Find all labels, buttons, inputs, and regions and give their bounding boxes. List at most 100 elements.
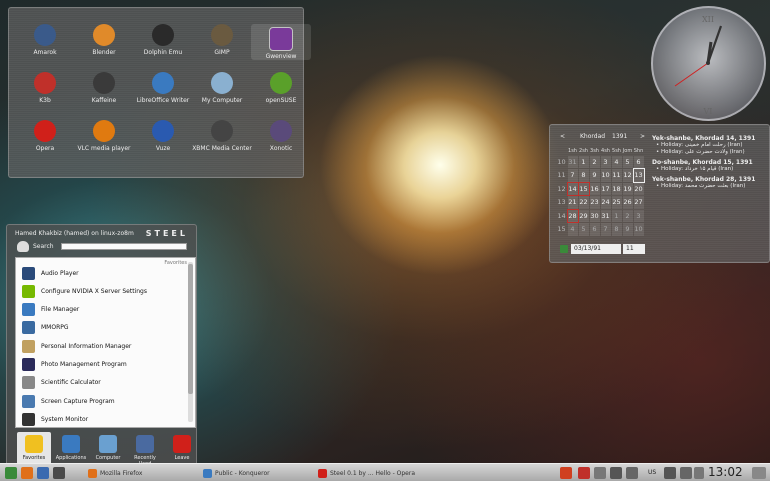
desktop-app-opensuse[interactable]: openSUSE xyxy=(251,72,311,104)
tab-power[interactable]: Leave xyxy=(165,432,199,466)
calendar-day[interactable]: 28 xyxy=(566,208,579,223)
calendar-day[interactable]: 31 xyxy=(600,209,611,222)
tray-app-icon[interactable] xyxy=(560,467,572,479)
favorite-item[interactable]: MMORPG xyxy=(22,320,188,336)
calendar-day[interactable]: 7 xyxy=(567,169,578,182)
calendar-day[interactable]: 13 xyxy=(632,168,645,183)
calendar-day[interactable]: 19 xyxy=(622,182,633,195)
favorite-item[interactable]: Personal Information Manager xyxy=(22,338,188,354)
panel-clock[interactable]: 13:02 xyxy=(708,465,743,479)
calendar-day[interactable]: 15 xyxy=(577,181,590,196)
favorite-item[interactable]: Audio Player xyxy=(22,265,188,281)
app-label: Gwenview xyxy=(265,53,297,60)
calendar-day[interactable]: 12 xyxy=(622,169,633,182)
tab-computer[interactable]: Computer xyxy=(91,432,125,466)
calendar-day[interactable]: 11 xyxy=(611,169,622,182)
desktop-app-gwenview[interactable]: Gwenview xyxy=(251,24,311,60)
calendar-day[interactable]: 29 xyxy=(578,209,589,222)
calendar-day[interactable]: 21 xyxy=(567,196,578,209)
tray-clipboard-icon[interactable] xyxy=(610,467,622,479)
desktop-app-blender[interactable]: Blender xyxy=(74,24,134,56)
prev-month-button[interactable]: < xyxy=(560,133,565,140)
kickoff-launcher-icon[interactable] xyxy=(5,467,17,479)
calendar-day[interactable]: 1 xyxy=(578,155,589,168)
calendar-day[interactable]: 17 xyxy=(600,182,611,195)
desktop-app-amarok[interactable]: Amarok xyxy=(15,24,75,56)
tray-updater-icon[interactable] xyxy=(578,467,590,479)
calendar-week-row: 13 21 22 23 24 25 26 27 xyxy=(556,196,644,210)
calendar-day[interactable]: 5 xyxy=(622,155,633,168)
desktop-app-libreoffice-writer[interactable]: LibreOffice Writer xyxy=(133,72,193,104)
desktop-app-computer[interactable]: My Computer xyxy=(192,72,252,104)
tray-device-icon[interactable] xyxy=(626,467,638,479)
favorite-item[interactable]: Configure NVIDIA X Server Settings xyxy=(22,283,188,299)
desktop-app-opera[interactable]: Opera xyxy=(15,120,75,152)
calendar-day[interactable]: 8 xyxy=(611,223,622,236)
calendar-day[interactable]: 3 xyxy=(633,209,644,222)
cashew-icon[interactable] xyxy=(752,467,766,479)
calendar-day[interactable]: 18 xyxy=(611,182,622,195)
calendar-day[interactable]: 10 xyxy=(633,223,644,236)
search-input[interactable] xyxy=(61,243,187,250)
desktop-app-kaffeine[interactable]: Kaffeine xyxy=(74,72,134,104)
calendar-day[interactable]: 6 xyxy=(633,155,644,168)
volume-icon[interactable] xyxy=(664,467,676,479)
desktop-app-xbmc[interactable]: XBMC Media Center xyxy=(192,120,252,152)
calendar-day[interactable]: 6 xyxy=(589,223,600,236)
calendar-year[interactable]: 1391 xyxy=(612,133,627,140)
favorite-item[interactable]: System Monitor xyxy=(22,411,188,427)
calendar-day[interactable]: 24 xyxy=(600,196,611,209)
calendar-day[interactable]: 27 xyxy=(633,196,644,209)
calendar-day[interactable]: 20 xyxy=(633,182,644,195)
calendar-day[interactable]: 10 xyxy=(600,169,611,182)
battery-icon[interactable] xyxy=(680,467,692,479)
calendar-day[interactable]: 9 xyxy=(589,169,600,182)
next-month-button[interactable]: > xyxy=(640,133,645,140)
firefox-launcher-icon[interactable] xyxy=(21,467,33,479)
task-button[interactable]: Steel 0.1 by ... Hello - Opera xyxy=(318,466,415,480)
calendar-day[interactable]: 30 xyxy=(589,209,600,222)
calendar-day[interactable]: 9 xyxy=(622,223,633,236)
tray-network-icon[interactable] xyxy=(594,467,606,479)
favorite-item[interactable]: Photo Management Program xyxy=(22,357,188,373)
favorite-item[interactable]: File Manager xyxy=(22,302,188,318)
calendar-day[interactable]: 4 xyxy=(611,155,622,168)
favorites-scrollbar[interactable] xyxy=(188,262,193,422)
task-button[interactable]: Mozilla Firefox xyxy=(88,466,142,480)
calendar-day[interactable]: 7 xyxy=(600,223,611,236)
calendar-day[interactable]: 8 xyxy=(578,169,589,182)
calendar-day[interactable]: 31 xyxy=(567,155,578,168)
desktop-app-vuze[interactable]: Vuze xyxy=(133,120,193,152)
calendar-month[interactable]: Khordad xyxy=(580,133,605,140)
calendar-day[interactable]: 23 xyxy=(589,196,600,209)
task-button[interactable]: Public - Konqueror xyxy=(203,466,270,480)
konqueror-launcher-icon[interactable] xyxy=(37,467,49,479)
calendar-day[interactable]: 22 xyxy=(578,196,589,209)
keyboard-layout[interactable]: US xyxy=(648,469,656,476)
tab-star[interactable]: Favorites xyxy=(17,432,51,466)
desktop-app-xonotic[interactable]: Xonotic xyxy=(251,120,311,152)
date-input[interactable]: 03/13/91 xyxy=(571,244,621,254)
desktop-app-k3b[interactable]: K3b xyxy=(15,72,75,104)
calendar-day[interactable]: 3 xyxy=(600,155,611,168)
favorite-item[interactable]: Screen Capture Program xyxy=(22,393,188,409)
desktop-app-vlc[interactable]: VLC media player xyxy=(74,120,134,152)
calendar-day[interactable]: 1 xyxy=(611,209,622,222)
calendar-day[interactable]: 2 xyxy=(589,155,600,168)
notifications-icon[interactable] xyxy=(694,467,704,479)
calendar-day[interactable]: 2 xyxy=(622,209,633,222)
calendar-day[interactable]: 25 xyxy=(611,196,622,209)
calendar-day[interactable]: 14 xyxy=(566,181,579,196)
tab-applications[interactable]: Applications xyxy=(54,432,88,466)
calendar-day[interactable]: 26 xyxy=(622,196,633,209)
desktop-app-dolphin-emu[interactable]: Dolphin Emu xyxy=(133,24,193,56)
tab-recent[interactable]: Recently Used xyxy=(128,432,162,467)
calendar-day[interactable]: 4 xyxy=(567,223,578,236)
favorite-item[interactable]: Scientific Calculator xyxy=(22,375,188,391)
today-icon[interactable] xyxy=(560,245,568,253)
calendar-day[interactable]: 5 xyxy=(578,223,589,236)
pager-icon[interactable] xyxy=(53,467,65,479)
week-spinbox[interactable]: 11 xyxy=(623,244,645,254)
desktop-app-gimp[interactable]: GIMP xyxy=(192,24,252,56)
calendar-day[interactable]: 16 xyxy=(589,182,600,195)
